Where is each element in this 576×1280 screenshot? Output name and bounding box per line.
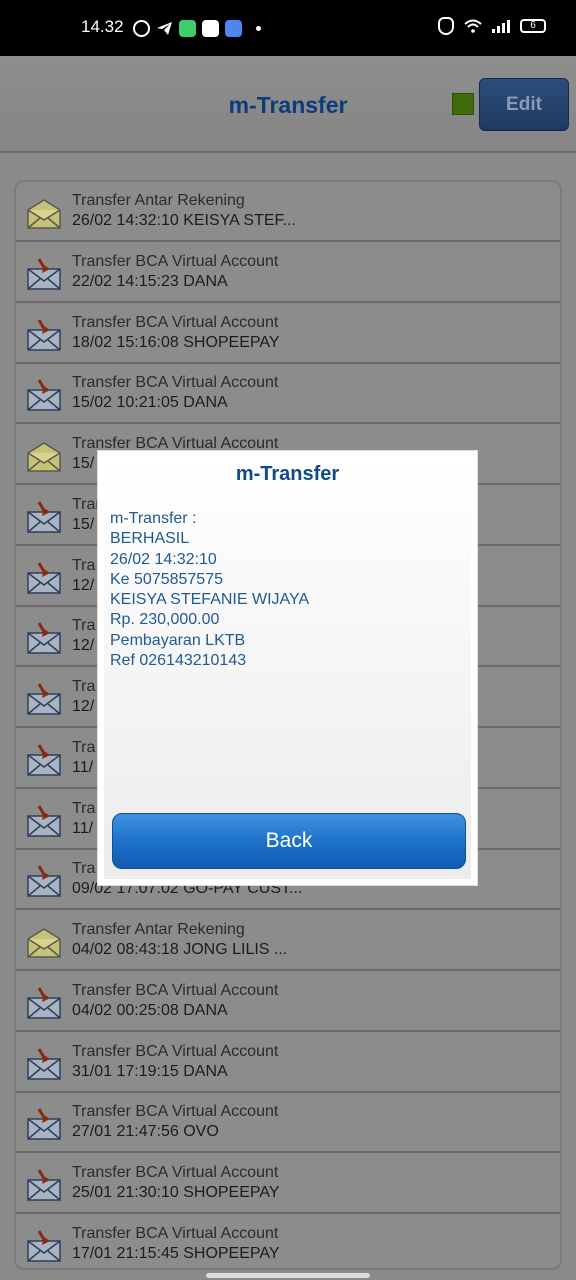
dialog-line: Rp. 230,000.00 (110, 611, 220, 629)
more-notifications-icon (256, 25, 261, 31)
list-item-subtitle: 26/02 14:32:10 KEISYA STEF... (72, 212, 296, 229)
list-item-title: Tra (72, 860, 96, 878)
app-icon (179, 19, 196, 37)
telegram-icon (157, 21, 172, 35)
status-bar: 14.32 6 (0, 0, 576, 56)
list-item-title: Tra (72, 617, 96, 635)
dialog-line: 26/02 14:32:10 (110, 550, 217, 568)
system-icons: 6 (438, 17, 546, 35)
dialog-line: Pembayaran LKTB (110, 631, 246, 649)
shop-icon (202, 19, 219, 37)
status-indicator (452, 93, 474, 115)
envelope-arrow-icon (27, 865, 61, 897)
notification-icons (133, 18, 261, 38)
shield-icon (438, 17, 454, 35)
back-button[interactable]: Back (112, 813, 466, 869)
list-item-title: Transfer BCA Virtual Account (72, 313, 279, 331)
list-item-subtitle: 04/02 00:25:08 DANA (72, 1001, 228, 1019)
envelope-arrow-icon (27, 1229, 61, 1262)
list-item[interactable]: Transfer Antar Rekening 26/02 14:32:10 KE… (16, 182, 560, 242)
list-item-title: Transfer BCA Virtual Account (72, 981, 279, 999)
envelope-arrow-icon (27, 1047, 61, 1080)
list-item-subtitle: 04/02 08:43:18 JONG LILIS ... (72, 941, 288, 958)
list-item-subtitle: 12/ (72, 576, 95, 594)
list-item-subtitle: 22/02 14:15:23 DANA (72, 272, 228, 290)
envelope-arrow-icon (27, 683, 61, 715)
list-item[interactable]: Transfer BCA Virtual Account 17/01 21:15:… (16, 1215, 560, 1268)
status-time: 14.32 (81, 17, 124, 36)
envelope-arrow-icon (27, 1108, 61, 1140)
list-item-title: Tra (72, 678, 96, 695)
list-item[interactable]: Transfer BCA Virtual Account 22/02 14:15:… (16, 243, 560, 303)
list-item-subtitle: 27/01 21:47:56 OVO (72, 1123, 219, 1141)
list-item[interactable]: Transfer BCA Virtual Account 15/02 10:21:… (16, 364, 560, 425)
envelope-arrow-icon (27, 561, 61, 594)
envelope-arrow-icon (27, 500, 61, 533)
envelope-arrow-icon (27, 318, 61, 351)
envelope-open-icon (27, 199, 61, 229)
wifi-icon (464, 19, 482, 33)
envelope-arrow-icon (27, 379, 61, 411)
battery-icon: 6 (520, 19, 546, 33)
list-item-title: Transfer BCA Virtual Account (72, 1042, 279, 1060)
list-item-subtitle: 12/ (72, 637, 95, 655)
list-item[interactable]: Transfer BCA Virtual Account 25/01 21:30:… (16, 1154, 560, 1214)
list-item-title: Transfer BCA Virtual Account (72, 1164, 279, 1181)
result-dialog: m-Transfer m-Transfer : BERHASIL 26/02 1… (97, 450, 478, 886)
list-item-title: Transfer BCA Virtual Account (72, 374, 279, 392)
dialog-line: KEISYA STEFANIE WIJAYA (110, 591, 310, 609)
dialog-title: m-Transfer (235, 463, 340, 485)
list-item-title: Transfer BCA Virtual Account (72, 1224, 279, 1242)
list-item-subtitle: 11/ (72, 758, 94, 776)
dialog-line: BERHASIL (110, 530, 190, 548)
app-header: m-Transfer Edit (0, 56, 576, 153)
edit-button[interactable]: Edit (479, 78, 569, 131)
list-item[interactable]: Transfer BCA Virtual Account 31/01 17:19:… (16, 1033, 560, 1093)
app-icon (225, 19, 242, 37)
list-item-subtitle: 15/ (72, 515, 95, 533)
envelope-arrow-icon (27, 622, 61, 654)
whatsapp-icon (133, 19, 150, 37)
list-item[interactable]: Transfer Antar Rekening 04/02 08:43:18 JO… (16, 911, 560, 971)
envelope-arrow-icon (27, 804, 61, 837)
envelope-open-icon (27, 928, 61, 958)
list-item-subtitle: 17/01 21:15:45 SHOPEEPAY (72, 1244, 280, 1262)
list-item-subtitle: 15/ (72, 455, 95, 472)
dialog-line: m-Transfer : (110, 510, 197, 527)
list-item-subtitle: 18/02 15:16:08 SHOPEEPAY (72, 333, 280, 351)
dialog-line: Ref 026143210143 (110, 652, 247, 670)
envelope-open-icon (27, 442, 61, 472)
envelope-arrow-icon (27, 986, 61, 1019)
list-item-subtitle: 12/ (72, 698, 95, 715)
list-item-title: Tra (72, 556, 96, 574)
list-item-title: Transfer BCA Virtual Account (72, 252, 279, 270)
envelope-arrow-icon (27, 257, 61, 290)
list-item-subtitle: 31/01 17:19:15 DANA (72, 1062, 228, 1080)
list-item-title: Transfer BCA Virtual Account (72, 1103, 279, 1121)
list-item-subtitle: 15/02 10:21:05 DANA (72, 394, 228, 412)
list-item-title: Tra (72, 799, 96, 817)
dialog-line: Ke 5075857575 (110, 570, 223, 588)
list-item[interactable]: Transfer BCA Virtual Account 18/02 15:16:… (16, 304, 560, 364)
list-item-title: Transfer Antar Rekening (72, 921, 245, 938)
home-indicator[interactable] (206, 1273, 370, 1278)
list-item-title: Tra (72, 738, 96, 756)
envelope-arrow-icon (27, 743, 61, 776)
list-item[interactable]: Transfer BCA Virtual Account 27/01 21:47:… (16, 1093, 560, 1154)
list-item[interactable]: Transfer BCA Virtual Account 04/02 00:25:… (16, 972, 560, 1032)
signal-icon (492, 19, 510, 33)
dialog-body: m-Transfer m-Transfer : BERHASIL 26/02 1… (104, 457, 471, 879)
list-item-title: Transfer Antar Rekening (72, 192, 245, 209)
list-item-subtitle: 25/01 21:30:10 SHOPEEPAY (72, 1184, 280, 1201)
envelope-arrow-icon (27, 1169, 61, 1201)
dialog-message: m-Transfer : BERHASIL 26/02 14:32:10 Ke … (110, 509, 309, 671)
list-item-subtitle: 11/ (72, 819, 94, 837)
